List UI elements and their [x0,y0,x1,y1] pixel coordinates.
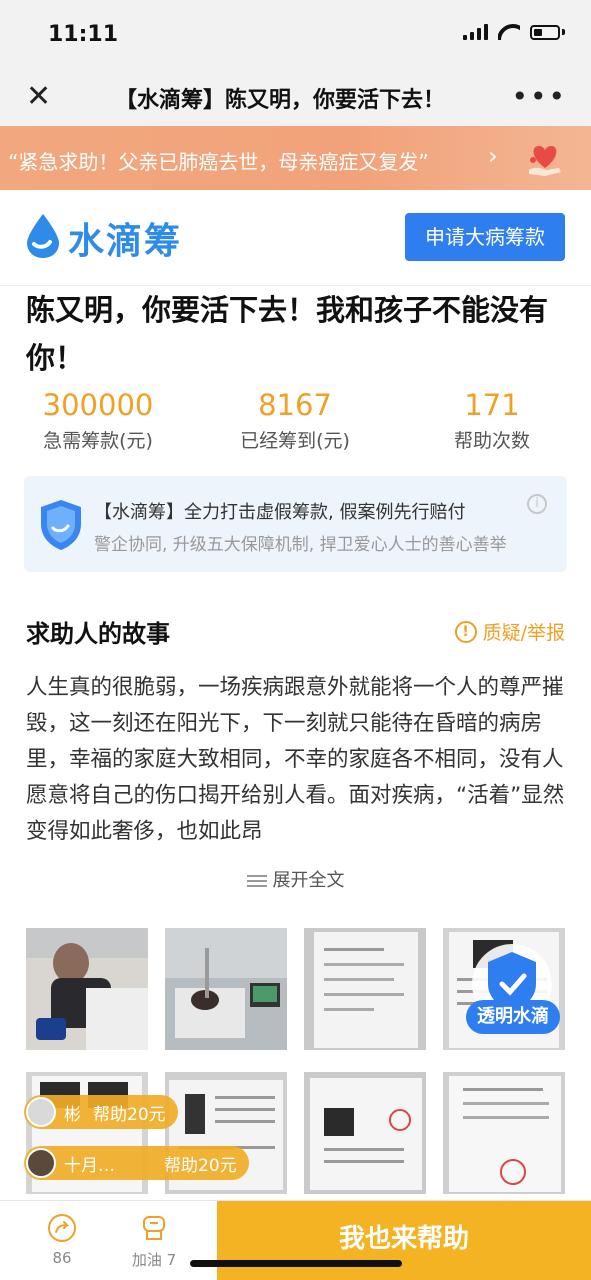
stat-label: 急需筹款(元) [43,430,153,452]
signal-icon [463,24,488,40]
home-indicator [190,1260,402,1267]
patient-photo[interactable] [26,928,148,1050]
donor-name: 十月… [64,1155,115,1176]
warning-icon: ! [454,620,477,643]
donor-toast: 十月… 帮助20元 [24,1146,249,1180]
stat-raised: 8167 已经筹到(元) [230,388,360,453]
stat-target: 300000 急需筹款(元) [38,388,158,453]
status-time: 11:11 [48,22,119,47]
anti-fraud-notice[interactable]: 【水滴筹】全力打击虚假筹款, 假案例先行赔付 警企协同, 升级五大保障机制, 捍… [24,476,567,572]
share-count: 86 [52,1249,72,1267]
diagnosis-document-photo[interactable] [304,1072,426,1194]
certificate-document-photo[interactable] [443,1072,565,1194]
notice-title: 【水滴筹】全力打击虚假筹款, 假案例先行赔付 [94,502,466,523]
battery-tip [562,29,565,35]
page-title-bar: 【水滴筹】陈又明，你要活下去！ [114,88,445,113]
donor-action: 帮助20元 [93,1104,166,1125]
battery-icon [530,24,560,40]
report-link[interactable]: ! 质疑/举报 [454,618,565,645]
heart-hand-icon [529,146,561,176]
report-label: 质疑/举报 [482,622,565,644]
status-bar: 11:11 [0,0,591,68]
close-icon[interactable]: ✕ [26,82,51,112]
cheer-button[interactable]: 加油 7 [124,1213,184,1270]
status-icons [463,24,565,40]
help-donate-button[interactable]: 我也来帮助 [217,1201,591,1280]
avatar [26,1097,56,1127]
chevron-right-icon: › [488,142,498,170]
campaign-stats: 300000 急需筹款(元) 8167 已经筹到(元) 171 帮助次数 [0,388,591,458]
hospital-room-photo[interactable] [165,928,287,1050]
wifi-icon [498,24,520,40]
bottom-action-bar: 86 加油 7 我也来帮助 [0,1200,591,1280]
nav-bar: ✕ 【水滴筹】陈又明，你要活下去！ ••• [0,68,591,126]
cheer-fist-icon [143,1216,165,1240]
brand-bar: 水滴筹 申请大病筹款 [0,190,591,286]
share-icon [48,1214,76,1242]
banner-text: “紧急求助！父亲已肺癌去世，母亲癌症又复发” [8,150,429,174]
expand-label: 展开全文 [272,870,345,891]
info-icon[interactable]: i [527,494,547,514]
notice-subtitle: 警企协同, 升级五大保障机制, 捍卫爱心人士的善心善举 [94,535,507,555]
expand-full-text[interactable]: 展开全文 [0,866,591,892]
donor-action: 帮助20元 [164,1155,237,1176]
stat-value: 8167 [258,388,332,422]
apply-fundraising-button[interactable]: 申请大病筹款 [405,213,565,261]
campaign-title: 陈又明，你要活下去！我和孩子不能没有你！ [26,293,549,375]
story-text: 人生真的很脆弱，一场疾病跟意外就能将一个人的尊严摧毁，这一刻还在阳光下，下一刻就… [26,675,565,844]
stat-value: 300000 [42,388,154,422]
shield-icon [41,500,81,550]
water-drop-logo-icon [27,214,59,258]
stat-label: 已经筹到(元) [240,430,350,452]
story-heading: 求助人的故事 [26,620,170,648]
logo-text: 水滴筹 [68,221,183,262]
share-button[interactable]: 86 [40,1213,84,1267]
donor-name: 彬 [64,1104,81,1125]
avatar [26,1148,56,1178]
transparent-drop-label[interactable]: 透明水滴 [466,1000,560,1034]
urgent-banner[interactable]: “紧急求助！父亲已肺癌去世，母亲癌症又复发” › [0,126,591,190]
cheer-label: 加油 7 [131,1251,177,1269]
more-icon[interactable]: ••• [511,80,567,113]
stat-value: 171 [464,388,520,422]
stat-label: 帮助次数 [453,430,530,452]
donor-toast: 彬 帮助20元 [24,1095,178,1129]
stat-help-count: 171 帮助次数 [442,388,542,453]
medical-report-photo[interactable] [304,928,426,1050]
menu-lines-icon [246,875,267,887]
